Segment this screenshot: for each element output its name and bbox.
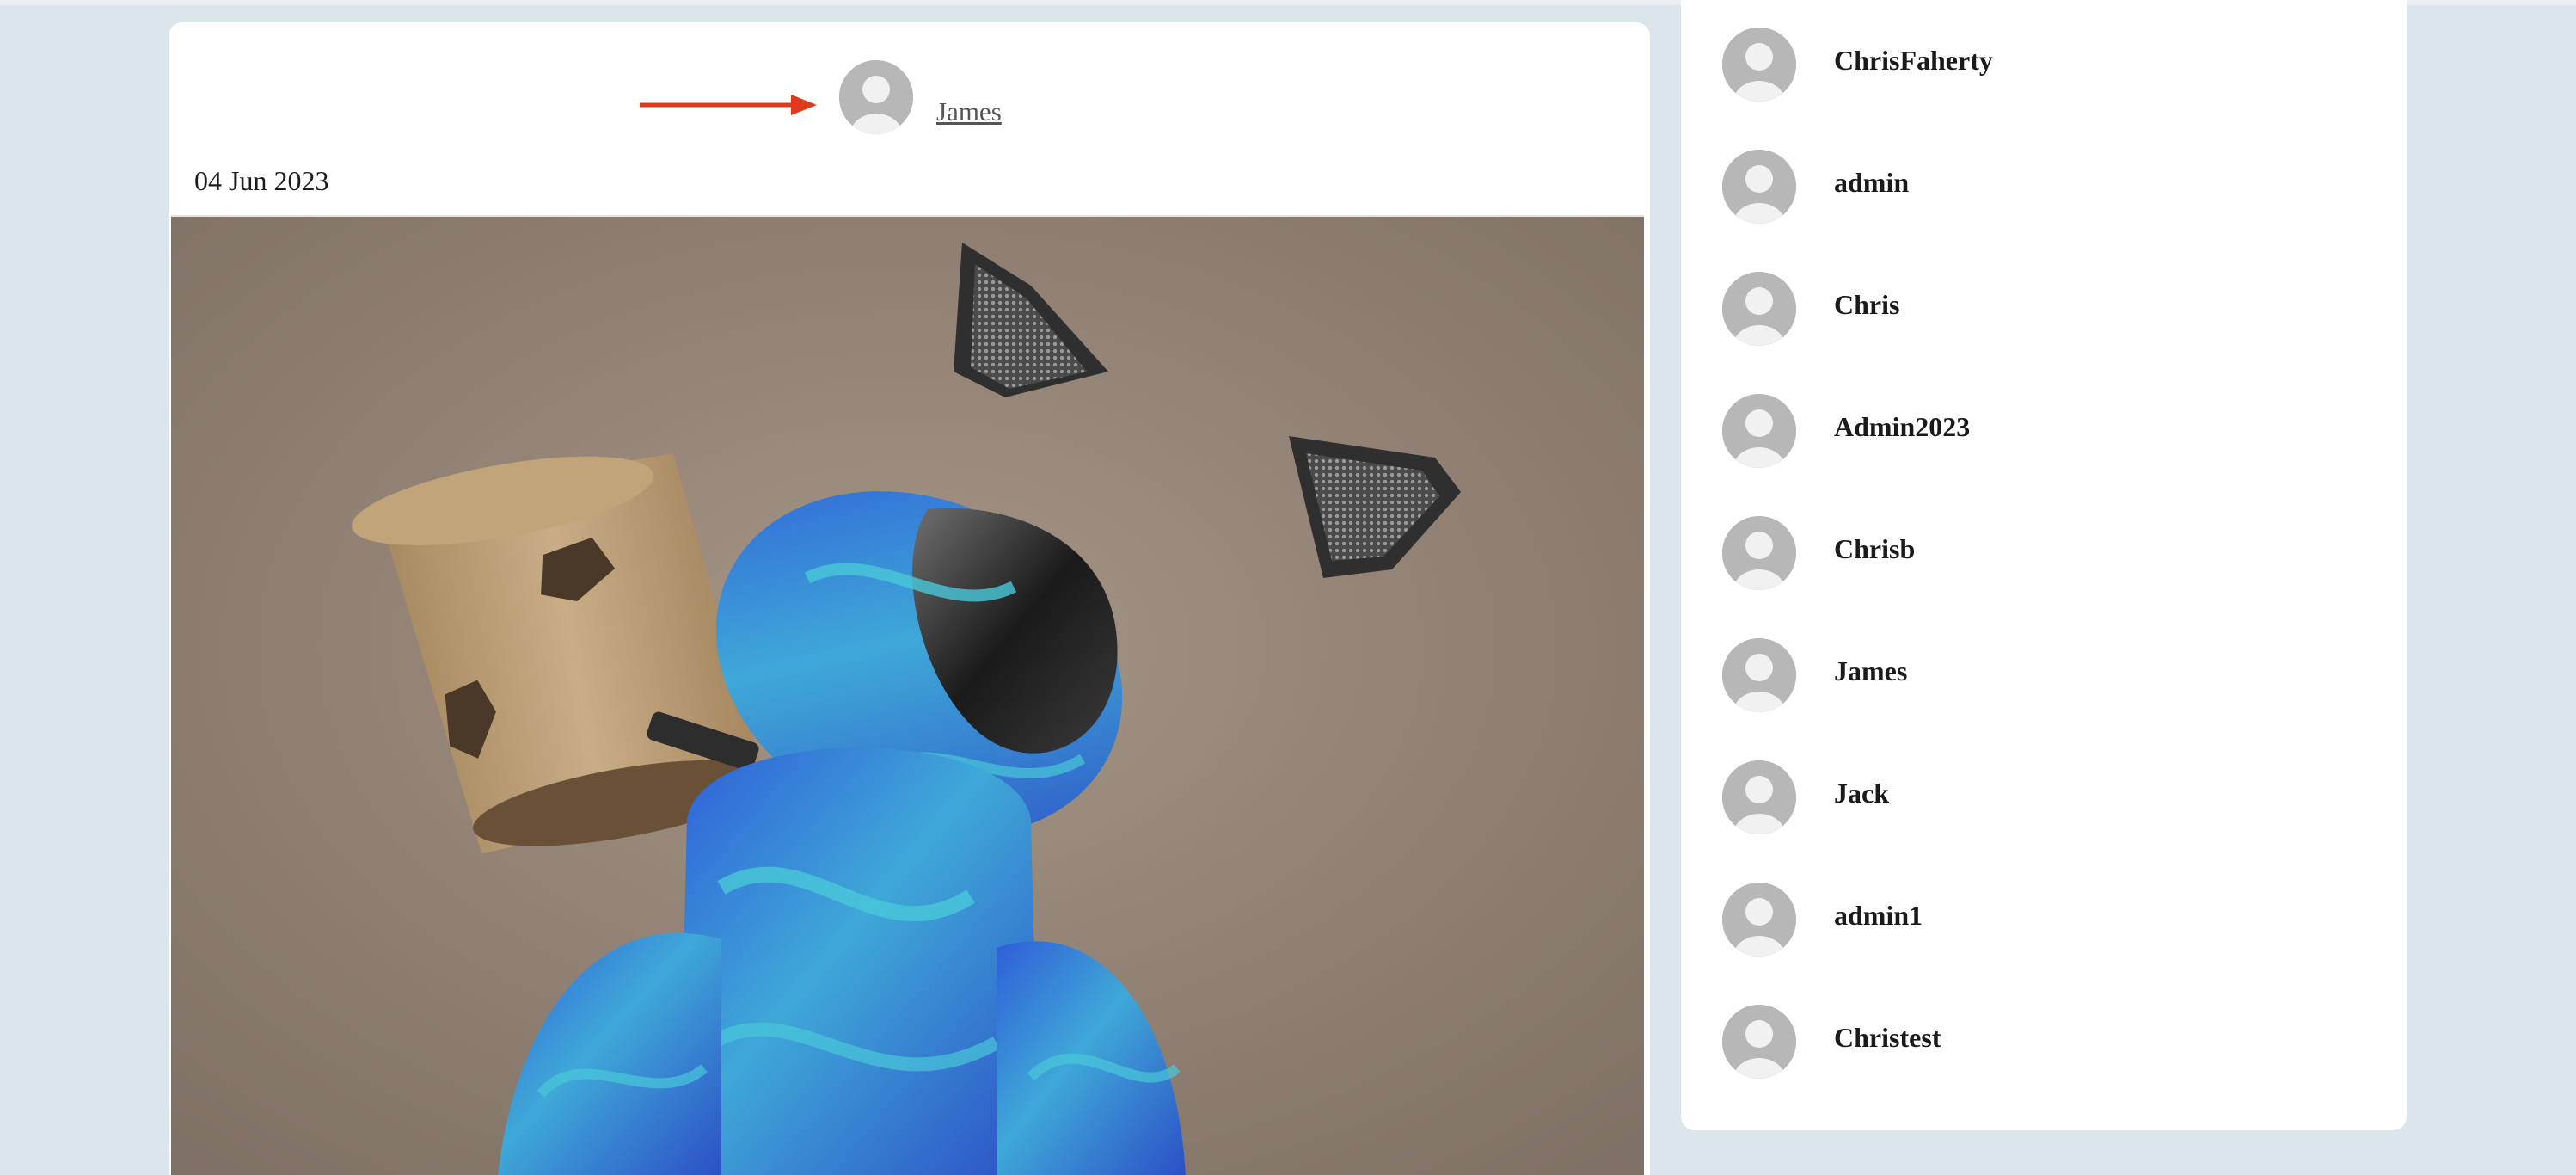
default-user-icon <box>1722 760 1796 834</box>
post-image <box>171 215 1644 1175</box>
user-list-item[interactable]: Jack <box>1681 754 2407 857</box>
user-name[interactable]: admin1 <box>1834 900 1923 932</box>
user-name[interactable]: Christest <box>1834 1022 1941 1054</box>
user-name[interactable]: Chrisb <box>1834 533 1915 565</box>
users-sidebar: ChrisFaherty admin Chris Admin2023 Chris… <box>1681 0 2407 1130</box>
user-name[interactable]: admin <box>1834 167 1909 199</box>
user-list-item[interactable]: James <box>1681 631 2407 735</box>
default-user-icon <box>1722 883 1796 957</box>
post-card: James 04 Jun 2023 <box>169 22 1650 1175</box>
user-list-item[interactable]: ChrisFaherty <box>1681 21 2407 124</box>
user-list-item[interactable]: Christest <box>1681 998 2407 1101</box>
user-name[interactable]: Admin2023 <box>1834 411 1970 443</box>
user-list-item[interactable]: admin <box>1681 143 2407 246</box>
user-list-item[interactable]: Chris <box>1681 265 2407 368</box>
author-link[interactable]: James <box>936 96 1002 127</box>
default-user-icon <box>1722 1005 1796 1079</box>
user-list-item[interactable]: Chrisb <box>1681 509 2407 612</box>
post-author-row: James <box>169 22 1650 160</box>
default-user-icon <box>1722 638 1796 712</box>
default-user-icon <box>1722 516 1796 590</box>
annotation-arrow-icon <box>640 89 820 120</box>
default-user-icon <box>1722 150 1796 224</box>
user-name[interactable]: Jack <box>1834 778 1889 809</box>
author-avatar-icon[interactable] <box>839 60 913 134</box>
user-name[interactable]: Chris <box>1834 289 1899 321</box>
user-list-item[interactable]: Admin2023 <box>1681 387 2407 490</box>
user-name[interactable]: James <box>1834 655 1907 687</box>
default-user-icon <box>1722 394 1796 468</box>
user-list-item[interactable]: admin1 <box>1681 876 2407 979</box>
default-user-icon <box>1722 28 1796 102</box>
post-date: 04 Jun 2023 <box>194 165 328 197</box>
user-name[interactable]: ChrisFaherty <box>1834 45 1993 77</box>
default-user-icon <box>1722 272 1796 346</box>
